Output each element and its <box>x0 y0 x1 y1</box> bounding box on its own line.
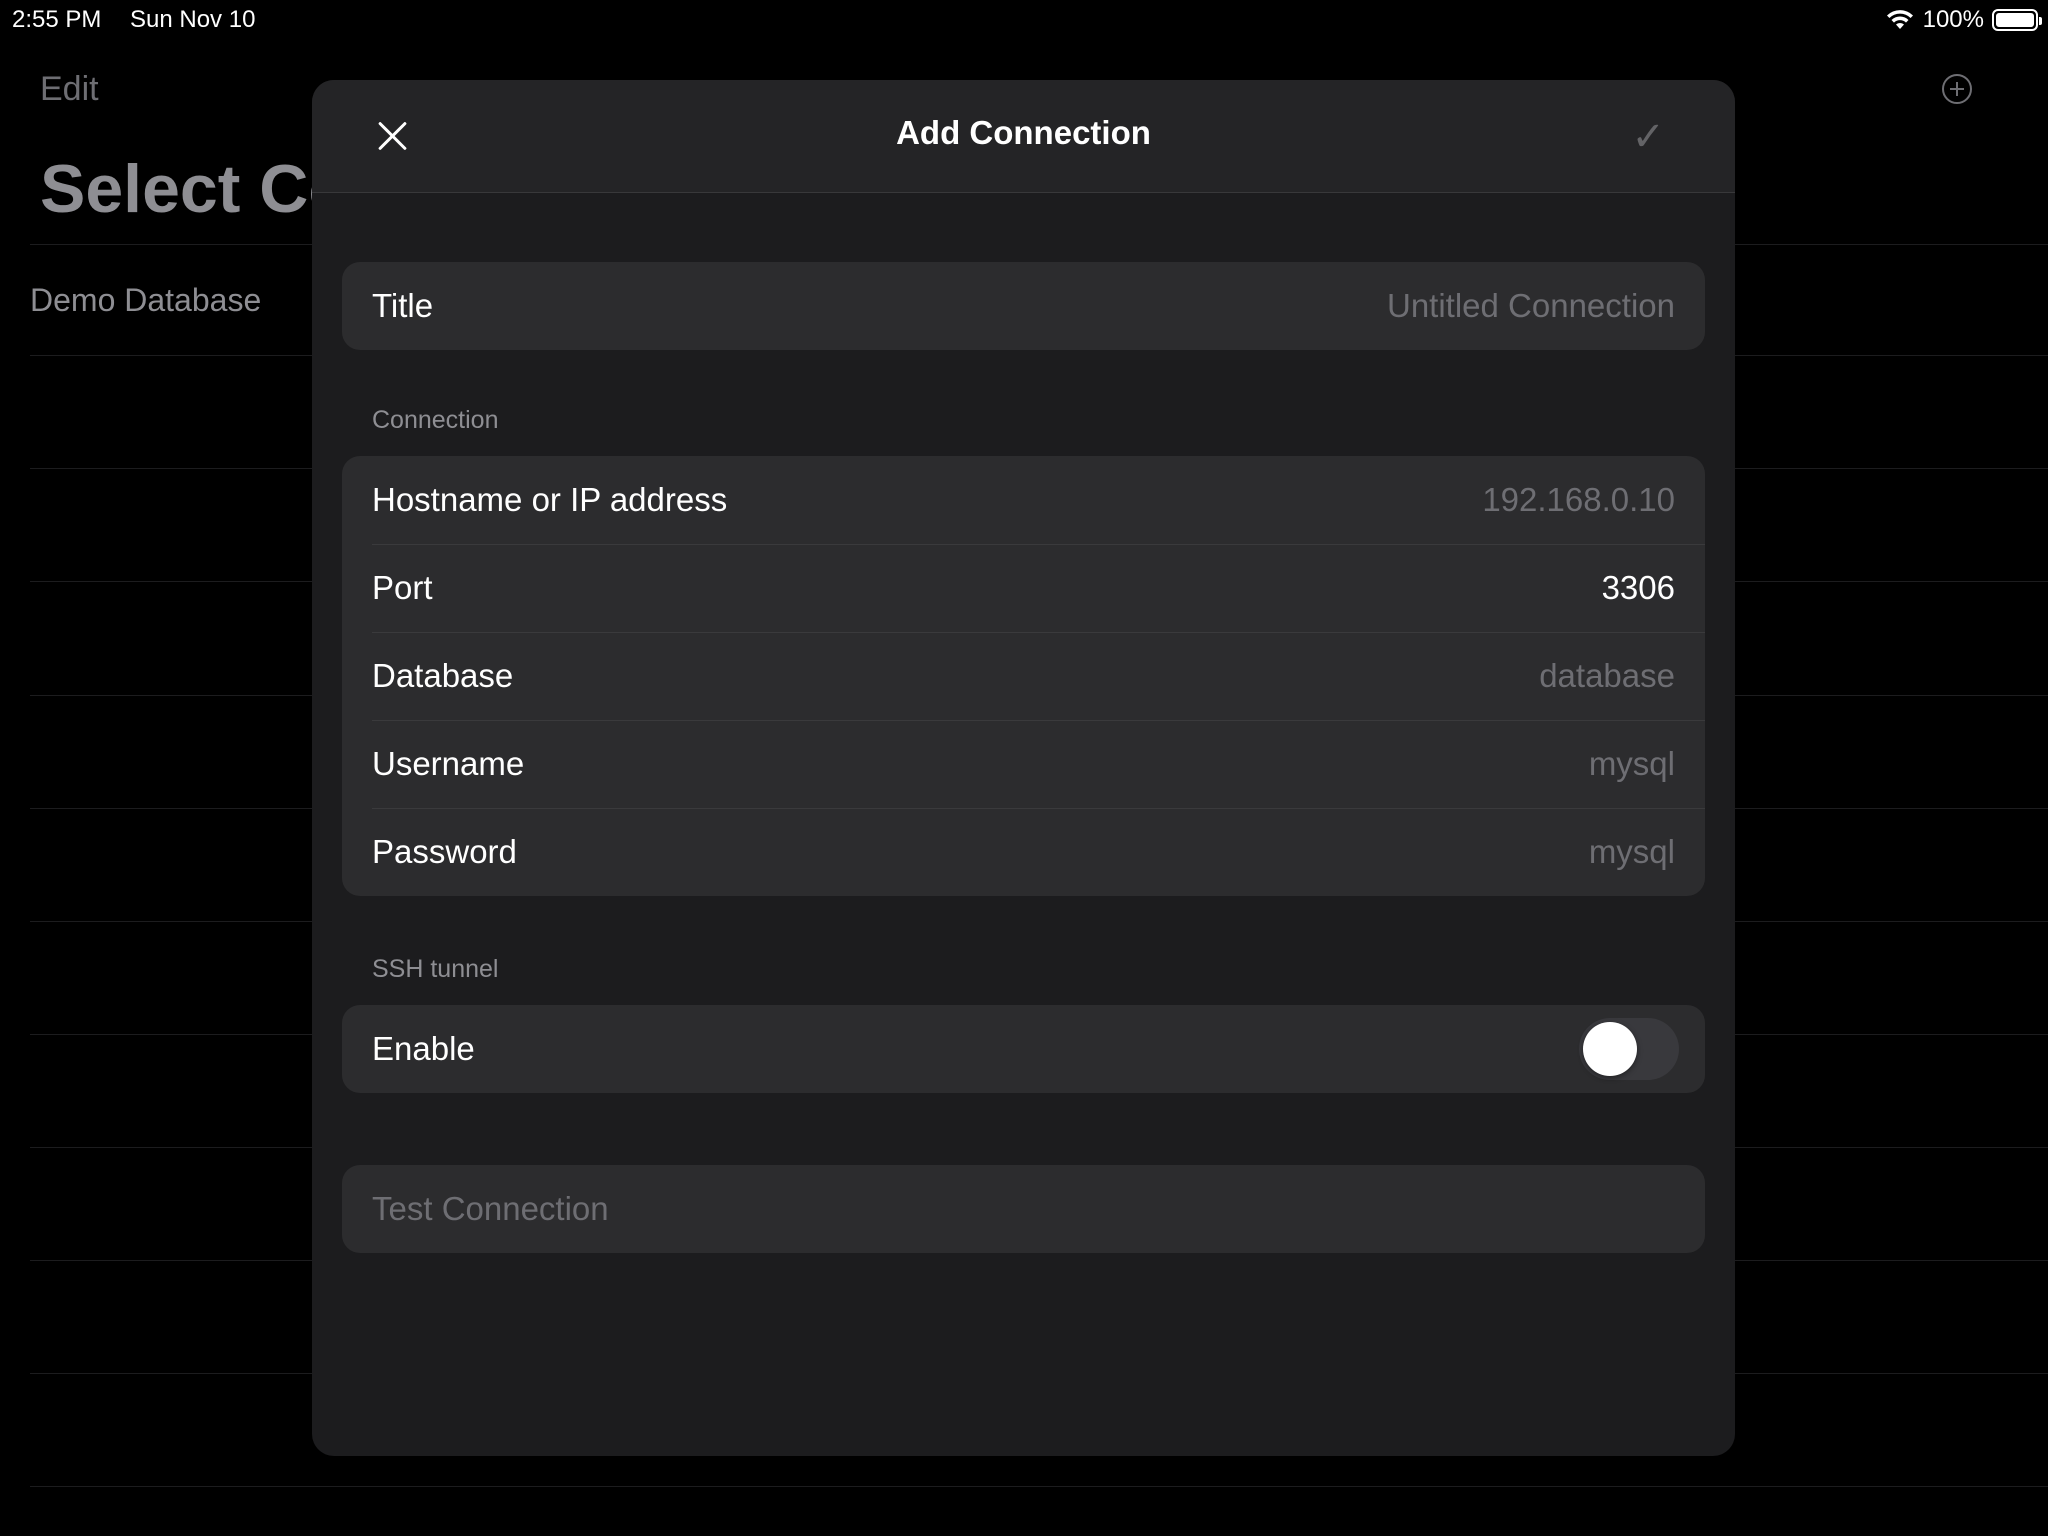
wifi-icon <box>1886 10 1913 29</box>
title-group: Title Untitled Connection <box>342 262 1705 350</box>
divider <box>30 1486 2048 1487</box>
ssh-group: Enable <box>342 1005 1705 1093</box>
ssh-enable-label: Enable <box>372 1030 475 1067</box>
title-label: Title <box>372 287 434 324</box>
connection-section-header: Connection <box>372 406 499 434</box>
username-field[interactable]: mysql <box>1589 745 1675 783</box>
add-connection-modal: Add Connection ✓ Title Untitled Connecti… <box>312 80 1735 1456</box>
checkmark-icon[interactable]: ✓ <box>1631 114 1665 160</box>
status-right: 100% <box>1885 6 2042 34</box>
port-field[interactable]: 3306 <box>1602 569 1675 607</box>
password-label: Password <box>372 833 517 870</box>
ssh-enable-toggle[interactable] <box>1579 1018 1679 1080</box>
status-time: 2:55 PM <box>12 6 102 33</box>
database-label: Database <box>372 657 514 694</box>
hostname-label: Hostname or IP address <box>372 481 728 518</box>
modal-header: Add Connection ✓ <box>312 80 1735 193</box>
test-connection-button[interactable]: Test Connection <box>342 1165 1705 1253</box>
battery-level <box>1996 13 2034 27</box>
hostname-row[interactable]: Hostname or IP address 192.168.0.10 <box>342 456 1705 544</box>
battery-percentage: 100% <box>1922 6 1984 33</box>
hostname-field[interactable]: 192.168.0.10 <box>1482 481 1675 519</box>
screen: Edit Select Co Demo Database 2:55 PM Sun… <box>0 0 2048 1536</box>
username-label: Username <box>372 745 525 782</box>
title-row[interactable]: Title Untitled Connection <box>342 262 1705 350</box>
connection-group: Hostname or IP address 192.168.0.10 Port… <box>342 456 1705 896</box>
port-label: Port <box>372 569 433 606</box>
password-field[interactable]: mysql <box>1589 833 1675 871</box>
title-field[interactable]: Untitled Connection <box>1387 287 1675 325</box>
username-row[interactable]: Username mysql <box>342 720 1705 808</box>
plus-circle-icon[interactable] <box>1942 74 1972 104</box>
toggle-knob <box>1583 1022 1637 1076</box>
modal-title: Add Connection <box>896 114 1151 151</box>
database-field[interactable]: database <box>1539 657 1675 695</box>
list-item[interactable]: Demo Database <box>30 282 261 319</box>
edit-button[interactable]: Edit <box>40 70 99 109</box>
password-row[interactable]: Password mysql <box>342 808 1705 896</box>
page-title: Select Co <box>40 151 350 227</box>
ssh-enable-row: Enable <box>342 1005 1705 1093</box>
port-row[interactable]: Port 3306 <box>342 544 1705 632</box>
ssh-section-header: SSH tunnel <box>372 955 499 983</box>
battery-icon <box>1992 9 2042 31</box>
status-date: Sun Nov 10 <box>130 6 256 33</box>
database-row[interactable]: Database database <box>342 632 1705 720</box>
status-bar: 2:55 PM Sun Nov 10 100% <box>0 0 2048 40</box>
